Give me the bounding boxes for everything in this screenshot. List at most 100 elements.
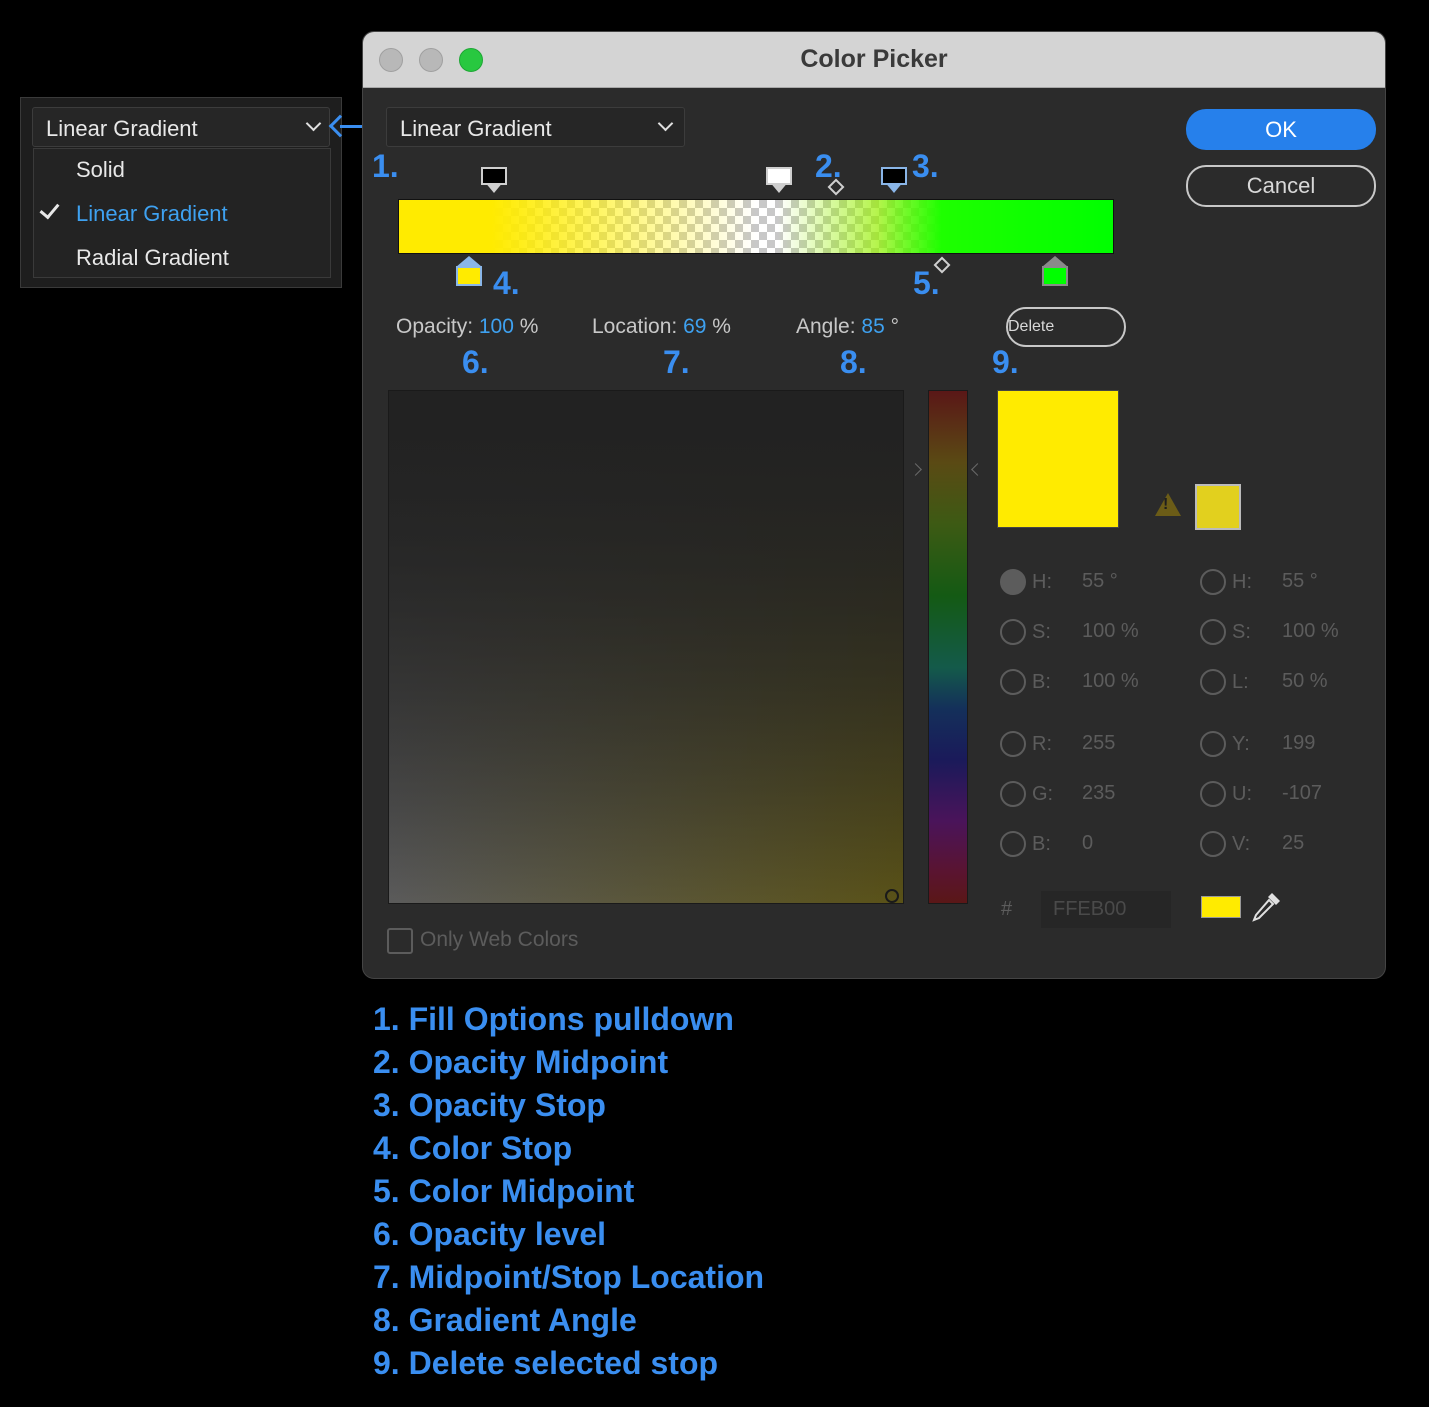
- rgb-b-label: B:: [1032, 833, 1051, 855]
- color-field[interactable]: [388, 390, 904, 904]
- location-value[interactable]: 69: [683, 315, 706, 338]
- opacity-stop-selected[interactable]: [881, 167, 907, 197]
- radio-hsl-h[interactable]: [1200, 569, 1226, 595]
- web-safe-color-swatch[interactable]: [1195, 484, 1241, 530]
- radio-yuv-u[interactable]: [1200, 781, 1226, 807]
- hsb-s-label: S:: [1032, 621, 1051, 643]
- hsl-s-value[interactable]: 100 %: [1282, 620, 1339, 643]
- hsl-h-label: H:: [1232, 571, 1252, 593]
- angle-field: Angle: 85 °: [796, 315, 899, 339]
- callout-9: 9.: [992, 344, 1019, 380]
- opacity-label: Opacity:: [396, 315, 474, 338]
- radio-hsl-s[interactable]: [1200, 619, 1226, 645]
- ok-button[interactable]: OK: [1186, 109, 1376, 150]
- location-unit: %: [712, 315, 731, 338]
- callout-4: 4.: [493, 265, 520, 301]
- radio-yuv-y[interactable]: [1200, 731, 1226, 757]
- legend-item: 1. Fill Options pulldown: [373, 1001, 734, 1037]
- option-solid[interactable]: Solid: [76, 157, 125, 183]
- gradient-bar[interactable]: [398, 199, 1114, 254]
- legend-item: 3. Opacity Stop: [373, 1087, 606, 1123]
- check-icon: [39, 198, 60, 220]
- rgb-r-value[interactable]: 255: [1082, 732, 1115, 755]
- chevron-down-icon: [305, 115, 322, 132]
- callout-1: 1.: [372, 148, 399, 184]
- only-web-colors-label: Only Web Colors: [420, 928, 579, 951]
- callout-6: 6.: [462, 344, 489, 380]
- location-field: Location: 69 %: [592, 315, 731, 339]
- legend: 1. Fill Options pulldown 2. Opacity Midp…: [373, 998, 764, 1385]
- hsl-l-label: L:: [1232, 671, 1249, 693]
- opacity-stop[interactable]: [766, 167, 792, 197]
- rgb-g-value[interactable]: 235: [1082, 782, 1115, 805]
- hsl-h-value[interactable]: 55 °: [1282, 570, 1318, 593]
- rgb-g-label: G:: [1032, 783, 1054, 805]
- only-web-colors-checkbox[interactable]: [387, 928, 413, 954]
- hsl-l-value[interactable]: 50 %: [1282, 670, 1328, 693]
- color-stop-selected[interactable]: [456, 256, 482, 287]
- eyedropper-icon[interactable]: [1248, 889, 1284, 925]
- new-color-swatch: [997, 390, 1119, 528]
- hsb-b-value[interactable]: 100 %: [1082, 670, 1139, 693]
- chevron-down-icon: [657, 115, 674, 132]
- current-color-chip: [1201, 896, 1241, 918]
- hsl-s-label: S:: [1232, 621, 1251, 643]
- radio-yuv-v[interactable]: [1200, 831, 1226, 857]
- angle-value[interactable]: 85: [861, 315, 884, 338]
- angle-unit: °: [890, 315, 899, 338]
- yuv-u-value[interactable]: -107: [1282, 782, 1322, 805]
- legend-item: 9. Delete selected stop: [373, 1345, 719, 1381]
- hex-input[interactable]: [1041, 891, 1171, 928]
- callout-7: 7.: [663, 344, 690, 380]
- opacity-field: Opacity: 100 %: [396, 315, 538, 339]
- hsb-h-value[interactable]: 55 °: [1082, 570, 1118, 593]
- option-linear-gradient[interactable]: Linear Gradient: [76, 201, 228, 227]
- hsb-b-label: B:: [1032, 671, 1051, 693]
- yuv-v-label: V:: [1232, 833, 1251, 855]
- location-label: Location:: [592, 315, 678, 338]
- legend-item: 4. Color Stop: [373, 1130, 573, 1166]
- angle-label: Angle:: [796, 315, 856, 338]
- color-stop[interactable]: [1042, 256, 1068, 287]
- legend-item: 8. Gradient Angle: [373, 1302, 637, 1338]
- legend-item: 5. Color Midpoint: [373, 1173, 635, 1209]
- callout-8: 8.: [840, 344, 867, 380]
- legend-item: 7. Midpoint/Stop Location: [373, 1259, 765, 1295]
- fill-options-pulldown-value: Linear Gradient: [400, 116, 552, 141]
- cancel-button[interactable]: Cancel: [1186, 165, 1376, 207]
- color-field-cursor[interactable]: [885, 889, 899, 903]
- radio-hsb-b[interactable]: [1000, 669, 1026, 695]
- fill-options-select-value: Linear Gradient: [46, 116, 198, 141]
- radio-hsl-l[interactable]: [1200, 669, 1226, 695]
- hex-hash-label: #: [1001, 898, 1013, 920]
- yuv-v-value[interactable]: 25: [1282, 832, 1304, 855]
- hsb-h-label: H:: [1032, 571, 1052, 593]
- callout-2: 2.: [815, 148, 842, 184]
- opacity-stop[interactable]: [481, 167, 507, 197]
- rgb-b-value[interactable]: 0: [1082, 832, 1093, 855]
- legend-item: 2. Opacity Midpoint: [373, 1044, 669, 1080]
- delete-stop-button[interactable]: Delete: [1006, 307, 1126, 347]
- yuv-y-value[interactable]: 199: [1282, 732, 1315, 755]
- opacity-value[interactable]: 100: [479, 315, 514, 338]
- radio-rgb-g[interactable]: [1000, 781, 1026, 807]
- yuv-u-label: U:: [1232, 783, 1252, 805]
- window-title: Color Picker: [800, 45, 948, 73]
- rgb-r-label: R:: [1032, 733, 1052, 755]
- title-bar: Color Picker: [363, 32, 1385, 88]
- hsb-s-value[interactable]: 100 %: [1082, 620, 1139, 643]
- radio-rgb-b[interactable]: [1000, 831, 1026, 857]
- radio-hsb-s[interactable]: [1000, 619, 1026, 645]
- callout-5: 5.: [913, 265, 940, 301]
- fill-options-select[interactable]: Linear Gradient: [32, 107, 330, 147]
- option-radial-gradient[interactable]: Radial Gradient: [76, 245, 229, 271]
- yuv-y-label: Y:: [1232, 733, 1250, 755]
- legend-item: 6. Opacity level: [373, 1216, 607, 1252]
- fill-options-pulldown[interactable]: Linear Gradient: [386, 107, 685, 147]
- radio-hsb-h[interactable]: [1000, 569, 1026, 595]
- callout-3: 3.: [912, 148, 939, 184]
- hue-slider[interactable]: [928, 390, 968, 904]
- opacity-unit: %: [519, 315, 539, 338]
- radio-rgb-r[interactable]: [1000, 731, 1026, 757]
- fill-options-list: Solid Linear Gradient Radial Gradient: [33, 148, 331, 278]
